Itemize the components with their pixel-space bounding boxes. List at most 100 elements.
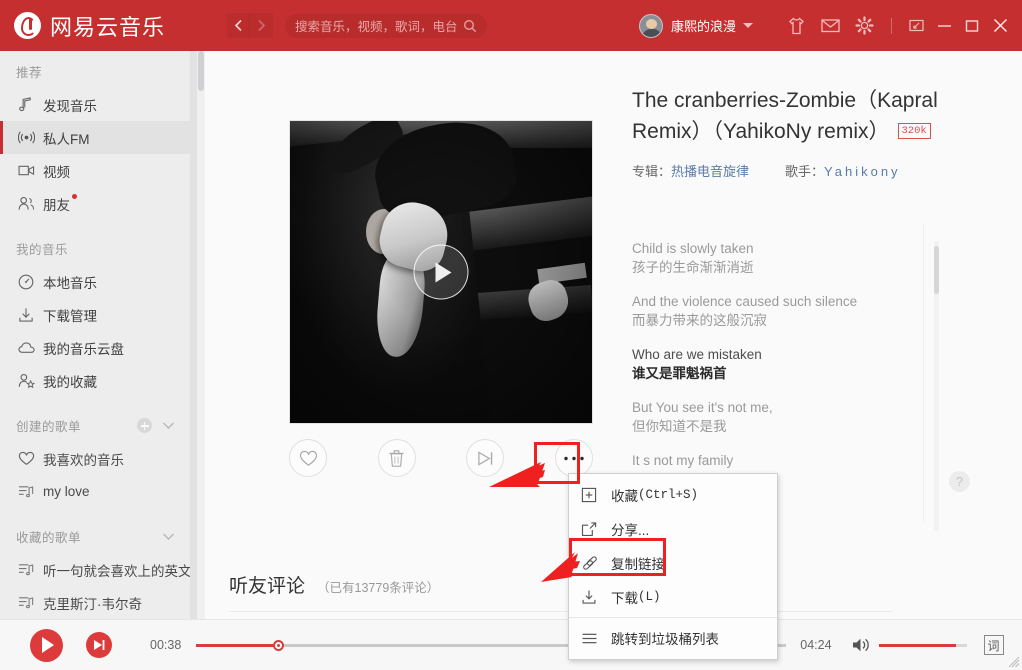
menu-separator	[569, 617, 777, 618]
chevron-down-icon	[163, 422, 174, 429]
menu-item-分享[interactable]: 分享...	[569, 512, 777, 546]
collapse-group-button[interactable]	[162, 530, 175, 544]
list-icon	[581, 632, 611, 645]
search-input[interactable]: 搜索音乐，视频，歌词，电台	[285, 13, 488, 38]
menu-item-复制链接[interactable]: 复制链接	[569, 546, 777, 580]
minimize-button[interactable]	[930, 0, 958, 51]
share-icon	[581, 521, 611, 537]
lyric-line: Who are we mistaken 谁又是罪魁祸首	[632, 345, 942, 384]
mini-mode-button[interactable]	[902, 0, 930, 51]
user-menu[interactable]: 康熙的浪漫	[638, 13, 753, 38]
player-bar: 00:38 04:24 词	[0, 619, 1022, 670]
sidebar-item-my love[interactable]: my love	[0, 475, 197, 508]
sidebar-item-我的音乐云盘[interactable]: 我的音乐云盘	[0, 331, 197, 364]
brand-logo[interactable]: 网易云音乐	[14, 10, 165, 42]
sidebar-group-label: 我的音乐	[16, 243, 69, 257]
create-playlist-button[interactable]	[137, 418, 152, 433]
maximize-button[interactable]	[958, 0, 986, 51]
help-icon[interactable]: ?	[949, 471, 970, 492]
lyrics-scrollbar-thumb[interactable]	[934, 246, 939, 294]
sidebar-item-label: 本地音乐	[43, 275, 97, 291]
chevron-right-icon	[258, 19, 266, 32]
progress-knob[interactable]	[273, 639, 285, 651]
play-triangle-icon	[435, 262, 451, 282]
settings-button[interactable]	[847, 0, 881, 51]
artist-link[interactable]: Yahikony	[824, 164, 901, 179]
chevron-left-icon	[234, 19, 242, 32]
delete-button[interactable]	[377, 439, 416, 477]
menu-item-收藏[interactable]: 收藏 (Ctrl+S)	[569, 478, 777, 512]
close-button[interactable]	[986, 0, 1014, 51]
trash-icon	[389, 449, 404, 467]
sidebar-group-label: 收藏的歌单	[16, 531, 82, 545]
sidebar-item-克里斯汀·韦尔奇[interactable]: 克里斯汀·韦尔奇	[0, 586, 197, 619]
total-duration: 04:24	[800, 638, 832, 652]
elapsed-time: 00:38	[150, 638, 182, 652]
menu-item-跳转到垃圾桶列表[interactable]: 跳转到垃圾桶列表	[569, 621, 777, 655]
menu-item-shortcut: (Ctrl+S)	[638, 488, 699, 502]
lyric-original: Who are we mistaken	[632, 347, 762, 362]
sidebar-item-label: 我喜欢的音乐	[43, 452, 124, 468]
album-art-column	[289, 120, 593, 424]
comments-count: （已有13779条评论）	[317, 581, 440, 595]
song-title-text: The cranberries-Zombie（Kapral Remix）（Yah…	[632, 89, 938, 143]
avatar	[638, 13, 663, 38]
next-track-button[interactable]	[86, 632, 112, 658]
sidebar-item-视频[interactable]: 视频	[0, 154, 197, 187]
sidebar-item-发现音乐[interactable]: 发现音乐	[0, 88, 197, 121]
play-button[interactable]	[30, 628, 63, 662]
sidebar-item-label: 下载管理	[43, 308, 97, 324]
sidebar-group-label: 创建的歌单	[16, 420, 82, 434]
album-cover[interactable]	[289, 120, 593, 424]
search-placeholder: 搜索音乐，视频，歌词，电台	[295, 20, 458, 34]
play-icon	[42, 637, 54, 653]
sidebar-item-label: my love	[43, 484, 90, 499]
sidebar-item-朋友[interactable]: 朋友	[0, 187, 197, 220]
netease-cloud-music-window: 网易云音乐 搜索音乐，视频，歌词，电台 康熙的浪漫 推荐 发现音乐 私人FM 视…	[0, 0, 1022, 670]
lyric-translation: 谁又是罪魁祸首	[632, 366, 727, 381]
album-link[interactable]: 热播电音旋律	[671, 164, 749, 179]
volume-slider[interactable]	[878, 643, 967, 647]
sidebar-item-本地音乐[interactable]: 本地音乐	[0, 265, 197, 298]
mail-button[interactable]	[813, 0, 847, 51]
song-title: The cranberries-Zombie（Kapral Remix）（Yah…	[632, 85, 942, 147]
sidebar-item-私人FM[interactable]: 私人FM	[0, 121, 197, 154]
favorite-button[interactable]	[289, 439, 327, 477]
forward-button[interactable]	[250, 13, 274, 38]
collapse-group-button[interactable]	[162, 419, 175, 433]
volume-button[interactable]	[852, 637, 871, 653]
lyrics-toggle-button[interactable]: 词	[983, 635, 1004, 655]
title-bar: 网易云音乐 搜索音乐，视频，歌词，电台 康熙的浪漫	[0, 0, 1022, 51]
skip-next-button[interactable]	[466, 439, 505, 477]
back-button[interactable]	[227, 13, 251, 38]
sidebar-item-下载管理[interactable]: 下载管理	[0, 298, 197, 331]
content-scrollbar-thumb[interactable]	[198, 51, 204, 91]
progress-fill	[196, 643, 279, 647]
resize-grip-icon[interactable]	[1008, 656, 1020, 668]
close-icon	[993, 18, 1007, 33]
lyric-original: Child is slowly taken	[632, 241, 754, 256]
menu-item-label: 复制链接	[611, 557, 665, 572]
notification-dot	[72, 194, 77, 199]
cover-play-button[interactable]	[413, 244, 469, 300]
friends-icon	[18, 196, 39, 211]
link-icon	[581, 555, 611, 572]
content-scrollbar[interactable]	[197, 51, 205, 619]
tshirt-icon	[788, 16, 804, 34]
comments-title: 听友评论	[229, 576, 306, 597]
lyric-original: It s not my family	[632, 453, 734, 468]
more-options-button[interactable]	[554, 439, 593, 477]
sidebar-scrollbar[interactable]	[190, 51, 197, 619]
chevron-down-icon	[163, 533, 174, 540]
sidebar-item-我喜欢的音乐[interactable]: 我喜欢的音乐	[0, 442, 197, 475]
store-button[interactable]	[779, 0, 813, 51]
menu-item-label: 分享...	[611, 523, 650, 538]
sidebar-item-我的收藏[interactable]: 我的收藏	[0, 364, 197, 397]
menu-item-下载[interactable]: 下载 (L)	[569, 580, 777, 614]
skip-next-icon	[478, 450, 493, 466]
song-meta: 专辑：热播电音旋律 歌手：Yahikony	[632, 161, 942, 180]
sidebar-item-听一句就会喜欢上的英文歌[interactable]: 听一句就会喜欢上的英文歌	[0, 553, 197, 586]
menu-item-label: 收藏	[611, 489, 638, 504]
artist-meta: 歌手：Yahikony	[785, 161, 901, 180]
